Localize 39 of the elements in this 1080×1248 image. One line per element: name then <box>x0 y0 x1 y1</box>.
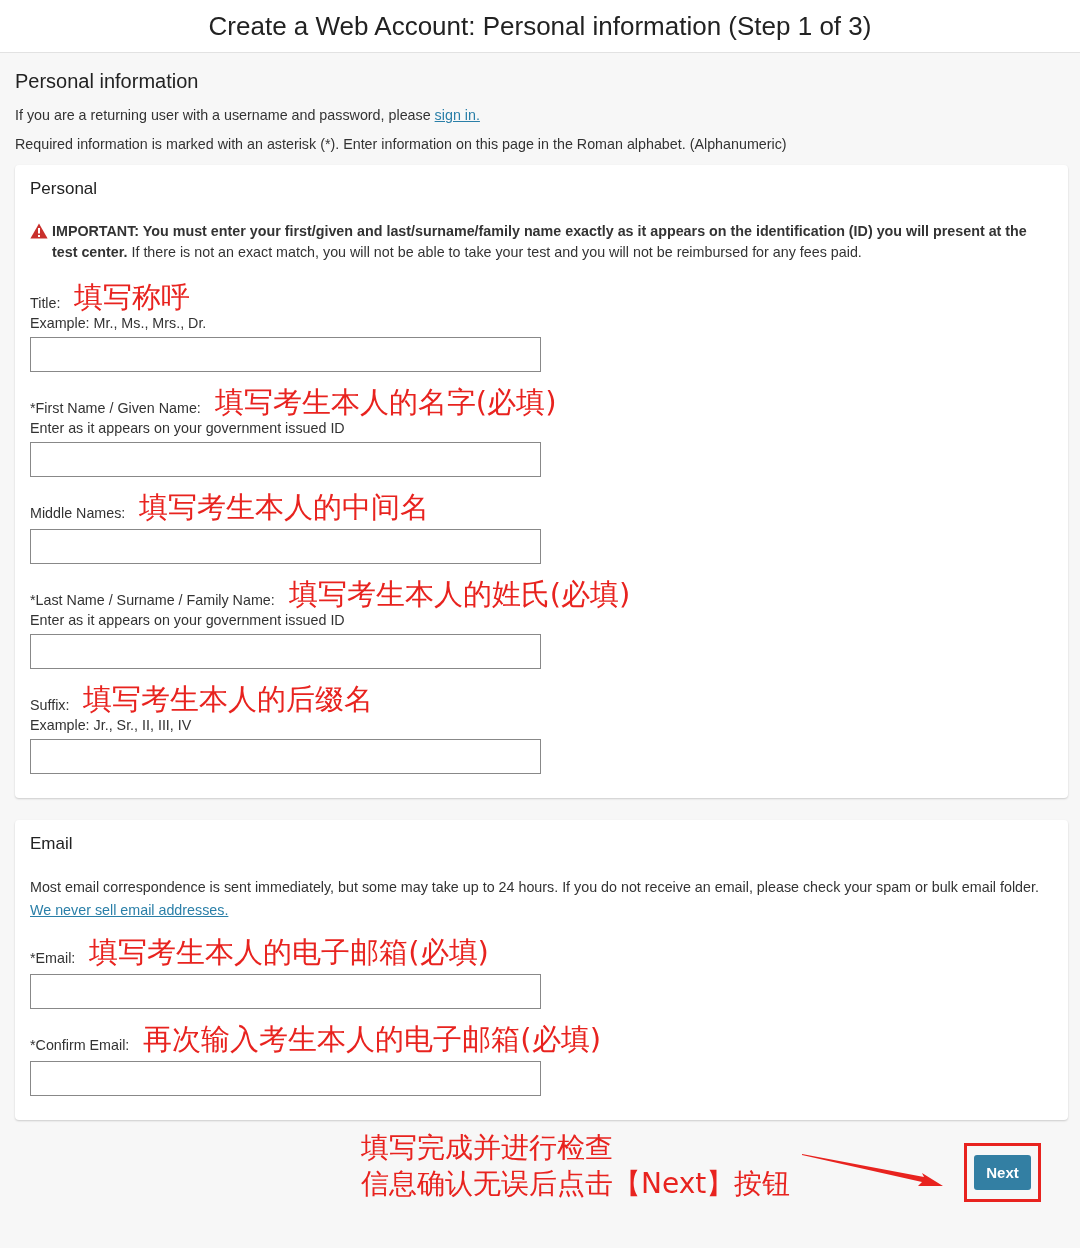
field-label: Middle Names: <box>30 505 126 523</box>
field-hint: Example: Jr., Sr., II, III, IV <box>30 717 193 733</box>
card-heading: Personal <box>30 179 99 199</box>
annotation-text: 再次输入考生本人的电子邮箱(必填) <box>143 1023 601 1055</box>
input-field[interactable] <box>30 337 541 372</box>
field-hint: Enter as it appears on your government issued ID <box>30 612 346 628</box>
annotation-text: 填写考生本人的电子邮箱(必填) <box>89 936 489 968</box>
annotation-text: 填写考生本人的后缀名 <box>83 683 374 715</box>
annotation-text: 填写称呼 <box>74 281 191 313</box>
annotation-text: 填写考生本人的中间名 <box>139 491 430 523</box>
input-field[interactable] <box>30 529 541 564</box>
privacy-link[interactable]: We never sell email addresses. <box>30 902 229 918</box>
field-label: Title: <box>30 295 61 313</box>
input-field[interactable] <box>30 634 541 669</box>
field-hint: Enter as it appears on your government issued ID <box>30 420 346 436</box>
page-title: Create a Web Account: Personal information (Step 1 of 3) <box>208 10 872 42</box>
input-field[interactable] <box>30 974 541 1009</box>
field-hint: Example: Mr., Ms., Mrs., Dr. <box>30 315 208 331</box>
intro-text: If you are a returning user with a username and password, please sign in. <box>15 107 481 123</box>
next-button[interactable]: Next <box>974 1154 1031 1190</box>
field-label: *Confirm Email: <box>30 1037 130 1055</box>
field-label: Suffix: <box>30 697 70 715</box>
required-note: Required information is marked with an asterisk (*). Enter information on this page in the Roman alphabet. (Alphanumeric) <box>15 136 788 152</box>
input-field[interactable] <box>30 739 541 774</box>
section-heading: Personal information <box>15 70 200 93</box>
email-description: Most email correspondence is sent immediately, but some may take up to 24 hours. If you do not receive an email, please check your spam or bulk email folder. We never sell email addresses. <box>30 878 1040 920</box>
field-label: *First Name / Given Name: <box>30 400 201 418</box>
sign-in-link[interactable]: sign in. <box>434 107 480 123</box>
field-label: *Email: <box>30 950 76 968</box>
warning-icon <box>30 223 48 239</box>
warning-text: IMPORTANT: You must enter your first/given and last/surname/family name exactly as it appears on the identification (ID) you will present at the test center. If there is not an exact match, you will not be able to take your test and you will not be reimbursed for any fees paid. <box>52 222 1028 262</box>
card-heading: Email <box>30 834 74 854</box>
input-field[interactable] <box>30 442 541 477</box>
annotation-text: 填写考生本人的姓氏(必填) <box>288 578 631 610</box>
annotation-text: 填写考生本人的名字(必填) <box>214 386 557 418</box>
annotation-text: 填写完成并进行检查 <box>361 1130 614 1166</box>
field-label: *Last Name / Surname / Family Name: <box>30 592 275 610</box>
input-field[interactable] <box>30 1061 541 1096</box>
annotation-text: 信息确认无误后点击【Next】按钮 <box>361 1166 791 1202</box>
